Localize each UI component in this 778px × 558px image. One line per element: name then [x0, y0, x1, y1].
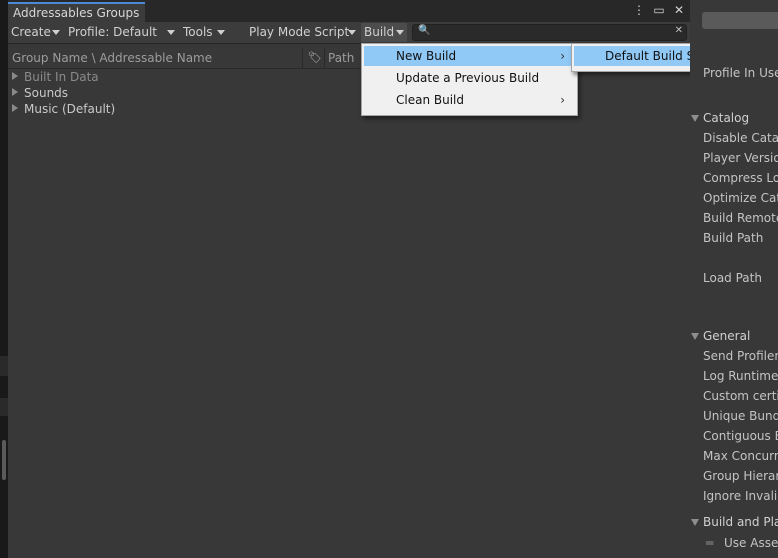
profile-in-use-label: Profile In Use [703, 66, 778, 80]
group-label: Sounds [24, 86, 69, 100]
group-row-music-default[interactable]: Music (Default) [8, 102, 358, 118]
inspector-field-label: Build Path [703, 231, 764, 245]
inspector-field-label: Unique Bundl [703, 409, 778, 423]
dock-tab-fragment[interactable] [0, 398, 8, 416]
inspector-field-label: Load Path [703, 271, 762, 285]
toolbar: Create Profile: Default Tools Play Mode … [8, 22, 690, 44]
inspector-field-label: Use Asset [724, 536, 778, 550]
inspector-field[interactable] [702, 12, 778, 29]
group-row-built-in-data[interactable]: Built In Data [8, 70, 358, 86]
menu-item-label: New Build [396, 49, 457, 63]
menu-item-update-previous-build[interactable]: Update a Previous Build [364, 68, 573, 88]
tools-dropdown[interactable]: Tools [180, 23, 230, 42]
inspector-field-label: Compress Loc [703, 171, 778, 185]
inspector-field-label: Ignore Invalid [703, 489, 778, 503]
inspector-field-label: Contiguous B [703, 429, 778, 443]
inspector-field-label: Send Profiler [703, 349, 778, 363]
create-dropdown[interactable]: Create [8, 23, 63, 42]
addressables-groups-window: Addressables Groups ⋮ ▭ ✕ Create Profile… [8, 0, 690, 558]
section-build-and-play[interactable]: Build and Play [690, 515, 778, 531]
chevron-right-icon: › [560, 49, 565, 63]
left-dock-strip [0, 0, 8, 558]
menu-item-label: Update a Previous Build [396, 71, 540, 85]
search-field[interactable]: 🔍 ✕ [412, 24, 687, 41]
column-group-name[interactable]: Group Name \ Addressable Name [12, 51, 212, 65]
inspector-field-label: Group Hierarc [703, 469, 778, 483]
close-icon[interactable]: ✕ [672, 3, 686, 17]
inspector-field-label: Build Remote [703, 211, 778, 225]
expand-arrow-icon[interactable] [12, 88, 18, 96]
inspector-field-label: Optimize Cata [703, 191, 778, 205]
build-dropdown[interactable]: Build [361, 23, 407, 42]
menu-item-new-build[interactable]: New Build › [364, 46, 573, 66]
tab-addressables-groups[interactable]: Addressables Groups [8, 2, 145, 22]
collapse-arrow-icon [691, 333, 699, 340]
tab-bar: Addressables Groups ⋮ ▭ ✕ [8, 0, 690, 22]
expand-arrow-icon[interactable] [12, 72, 18, 80]
search-icon: 🔍 [418, 25, 431, 36]
section-general[interactable]: General [690, 329, 778, 345]
inspector-field-label: Player Versio [703, 151, 778, 165]
section-catalog[interactable]: Catalog [690, 111, 778, 127]
menu-item-clean-build[interactable]: Clean Build › [364, 90, 573, 110]
section-title: Build and Play [703, 515, 778, 529]
profile-dropdown[interactable]: Profile: Default [65, 23, 178, 42]
create-label: Create [11, 25, 51, 39]
inspector-field-label: Max Concurre [703, 449, 778, 463]
group-label: Music (Default) [24, 102, 116, 116]
chevron-down-icon [217, 30, 225, 35]
dock-tab-fragment[interactable] [0, 356, 8, 376]
inspector-field-label: Log Runtime E [703, 369, 778, 383]
inspector-field-label: Custom certif [703, 389, 778, 403]
play-mode-script-dropdown[interactable]: Play Mode Script [246, 23, 359, 42]
collapse-arrow-icon [691, 519, 699, 526]
group-row-sounds[interactable]: Sounds [8, 86, 358, 102]
profile-label: Profile: Default [68, 25, 158, 39]
more-vert-icon[interactable]: ⋮ [632, 3, 646, 17]
tab-title: Addressables Groups [13, 6, 140, 20]
build-menu: New Build › Update a Previous Build Clea… [361, 43, 578, 116]
group-label: Built In Data [24, 70, 99, 84]
window-controls: ⋮ ▭ ✕ [632, 3, 686, 17]
chevron-down-icon [396, 30, 404, 35]
menu-item-label: Clean Build [396, 93, 464, 107]
chevron-right-icon: › [560, 93, 565, 107]
tools-label: Tools [183, 25, 213, 39]
clear-search-icon[interactable]: ✕ [675, 25, 683, 36]
scrollbar-handle[interactable] [2, 440, 6, 480]
chevron-down-icon [52, 30, 60, 35]
inspector-panel: Profile In Use Catalog Disable Catal Pla… [690, 0, 778, 558]
drag-handle-icon: ═ [706, 536, 714, 550]
chevron-down-icon [348, 30, 356, 35]
column-divider[interactable] [302, 48, 303, 68]
expand-arrow-icon[interactable] [12, 104, 18, 112]
chevron-down-icon [167, 30, 175, 35]
column-path[interactable]: Path [328, 51, 354, 65]
play-mode-script-label: Play Mode Script [249, 25, 350, 39]
address-column-icon[interactable]: 🏷 [308, 51, 322, 64]
section-title: Catalog [703, 111, 750, 125]
build-label: Build [364, 25, 395, 39]
section-title: General [703, 329, 751, 343]
collapse-arrow-icon [691, 115, 699, 122]
column-divider[interactable] [324, 48, 325, 68]
inspector-field-label: Disable Catal [703, 131, 778, 145]
maximize-icon[interactable]: ▭ [652, 3, 666, 17]
